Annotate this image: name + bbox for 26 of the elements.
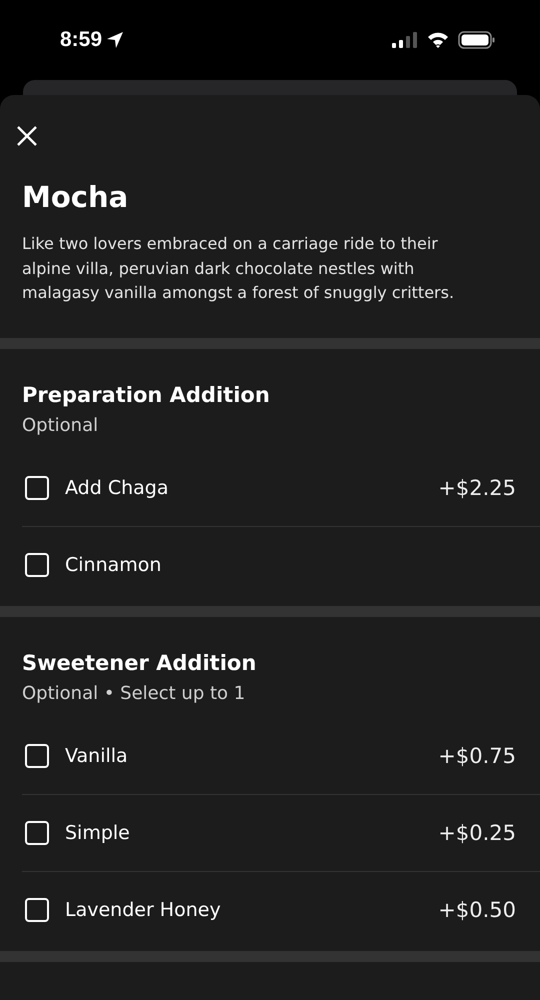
checkbox[interactable]: [25, 898, 49, 922]
checkbox[interactable]: [25, 553, 49, 577]
close-icon: [16, 125, 38, 147]
option-label: Add Chaga: [65, 476, 170, 498]
clock-time: 8:59: [60, 28, 102, 52]
option-label: Simple: [65, 822, 131, 844]
item-description: Like two lovers embraced on a carriage ride to their alpine villa, peruvian dark chocolate nestles with malagasy vanilla amongst a forest of snuggly critters.: [22, 233, 456, 304]
battery-icon: [458, 30, 496, 50]
option-price: +$0.25: [438, 820, 516, 844]
section-subtitle: Optional: [22, 414, 100, 436]
section-title: Sweetener Addition: [22, 650, 258, 674]
item-title: Mocha: [22, 180, 130, 214]
section-title: Preparation Addition: [22, 382, 271, 406]
option-label: Cinnamon: [65, 554, 162, 576]
option-label: Lavender Honey: [65, 899, 222, 921]
section-subtitle: Optional • Select up to 1: [22, 682, 246, 704]
option-price: +$0.75: [438, 744, 516, 768]
checkbox[interactable]: [25, 744, 49, 768]
signal-icon: [392, 31, 418, 49]
wifi-icon: [426, 31, 450, 49]
location-arrow-icon: [106, 31, 124, 49]
checkbox[interactable]: [25, 820, 49, 844]
checkbox[interactable]: [25, 476, 49, 500]
option-label: Vanilla: [65, 744, 129, 766]
option-price: +$2.25: [438, 476, 516, 500]
option-price: +$0.50: [438, 898, 516, 922]
